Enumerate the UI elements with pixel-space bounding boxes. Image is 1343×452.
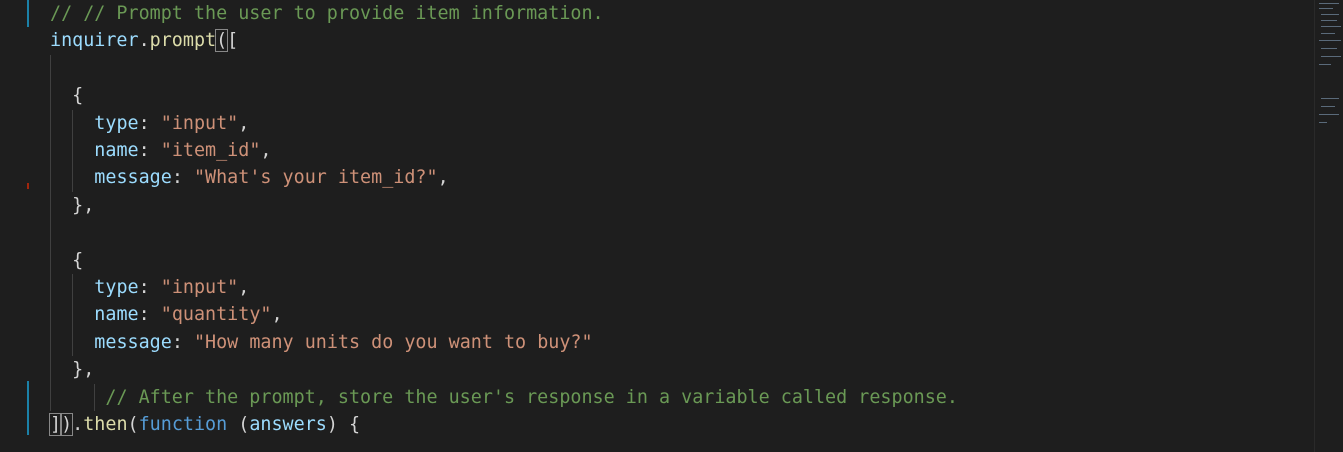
code-token: "quantity"	[160, 304, 272, 325]
code-token: "What's your item_id?"	[193, 167, 438, 188]
code-line[interactable]: type: "input",	[50, 274, 249, 301]
code-token: "input"	[160, 113, 239, 134]
minimap-line	[1321, 106, 1335, 107]
minimap-line	[1321, 33, 1335, 34]
code-token: :	[138, 140, 161, 161]
code-token: (	[215, 29, 229, 52]
minimap-line	[1321, 98, 1339, 99]
minimap-line	[1319, 40, 1341, 41]
code-token: (	[227, 414, 250, 435]
code-line[interactable]: },	[50, 192, 94, 219]
code-line[interactable]: {	[50, 247, 83, 274]
code-token: :	[171, 167, 194, 188]
code-token: },	[50, 359, 95, 380]
code-token: // After the prompt, store the user's re…	[105, 387, 958, 408]
code-token: },	[50, 195, 95, 216]
editor-gutter	[0, 0, 30, 452]
minimap-line	[1319, 3, 1339, 4]
code-token: "item_id"	[160, 140, 261, 161]
code-line[interactable]: inquirer.prompt([	[50, 27, 238, 54]
minimap-line	[1321, 56, 1341, 57]
code-token: (	[127, 414, 139, 435]
code-line[interactable]: name: "item_id",	[50, 137, 271, 164]
code-token: [	[227, 30, 239, 51]
code-token: function	[138, 414, 228, 435]
code-line[interactable]: message: "How many units do you want to …	[50, 329, 593, 356]
code-token: then	[83, 414, 128, 435]
code-token: ]	[48, 413, 63, 436]
code-token: :	[138, 113, 161, 134]
code-line[interactable]: type: "input",	[50, 110, 249, 137]
code-editor[interactable]: // // Prompt the user to provide item in…	[0, 0, 1343, 452]
code-line[interactable]: message: "What's your item_id?",	[50, 164, 449, 191]
code-token: ) {	[326, 414, 361, 435]
gutter-deleted-marker	[27, 183, 29, 189]
code-token: :	[138, 277, 161, 298]
code-token: "input"	[160, 277, 239, 298]
code-token: name	[94, 140, 139, 161]
code-token: ,	[437, 167, 449, 188]
minimap[interactable]	[1315, 0, 1343, 452]
minimap-line	[1321, 20, 1337, 21]
code-area[interactable]: // // Prompt the user to provide item in…	[48, 0, 1290, 452]
code-token: .	[138, 30, 150, 51]
code-token: {	[50, 250, 84, 271]
minimap-line	[1321, 48, 1337, 49]
code-line[interactable]: name: "quantity",	[50, 301, 283, 328]
code-token: ,	[271, 304, 283, 325]
code-token: :	[138, 304, 161, 325]
code-token: {	[50, 85, 84, 106]
code-token: ,	[238, 277, 250, 298]
code-token: type	[94, 113, 139, 134]
code-token: name	[94, 304, 139, 325]
minimap-line	[1319, 114, 1339, 115]
code-token: // // Prompt the user to provide item in…	[50, 3, 604, 24]
code-token: inquirer	[50, 30, 139, 51]
code-token: )	[60, 413, 74, 436]
code-line[interactable]: },	[50, 356, 94, 383]
code-line[interactable]: // // Prompt the user to provide item in…	[50, 0, 604, 27]
gutter-modified-marker	[27, 381, 29, 435]
code-token: type	[94, 277, 139, 298]
minimap-line	[1319, 122, 1327, 123]
code-line[interactable]: ]).then(function (answers) {	[48, 411, 361, 438]
minimap-line	[1319, 64, 1331, 65]
code-token: prompt	[149, 30, 217, 51]
code-line[interactable]: // After the prompt, store the user's re…	[50, 384, 958, 411]
code-token: message	[94, 167, 172, 188]
code-token: "How many units do you want to buy?"	[193, 332, 593, 353]
code-token: answers	[249, 414, 327, 435]
code-token: ,	[260, 140, 272, 161]
code-token: ,	[238, 113, 250, 134]
minimap-line	[1319, 8, 1333, 9]
code-line[interactable]: {	[50, 82, 83, 109]
code-token: .	[72, 414, 84, 435]
gutter-modified-marker	[27, 0, 29, 27]
code-token: :	[171, 332, 194, 353]
code-token: message	[94, 332, 172, 353]
minimap-line	[1321, 14, 1339, 15]
minimap-line	[1321, 26, 1341, 27]
